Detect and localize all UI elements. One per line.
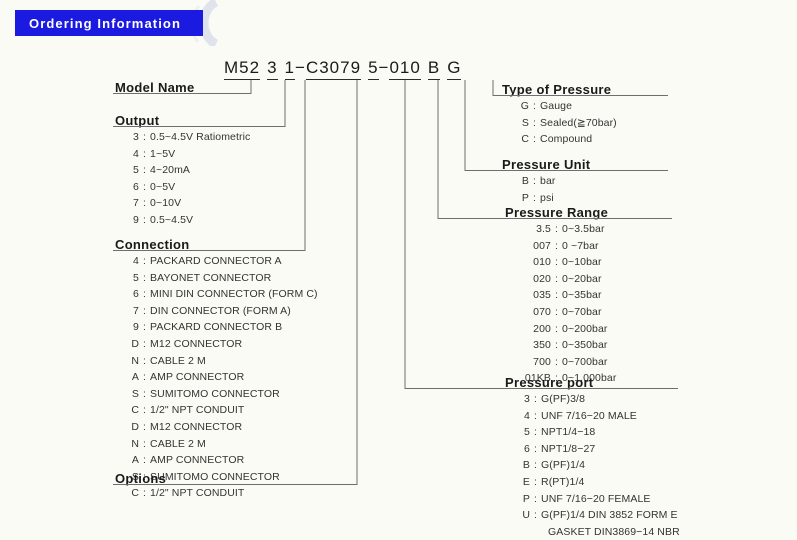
banner-title: Ordering Information [29, 15, 181, 31]
leader-lines [113, 80, 678, 485]
ordering-information-diagram: Ordering Information M52 3 1−C3079 5−010 B G … [0, 0, 797, 538]
section-banner: Ordering Information [15, 10, 203, 36]
